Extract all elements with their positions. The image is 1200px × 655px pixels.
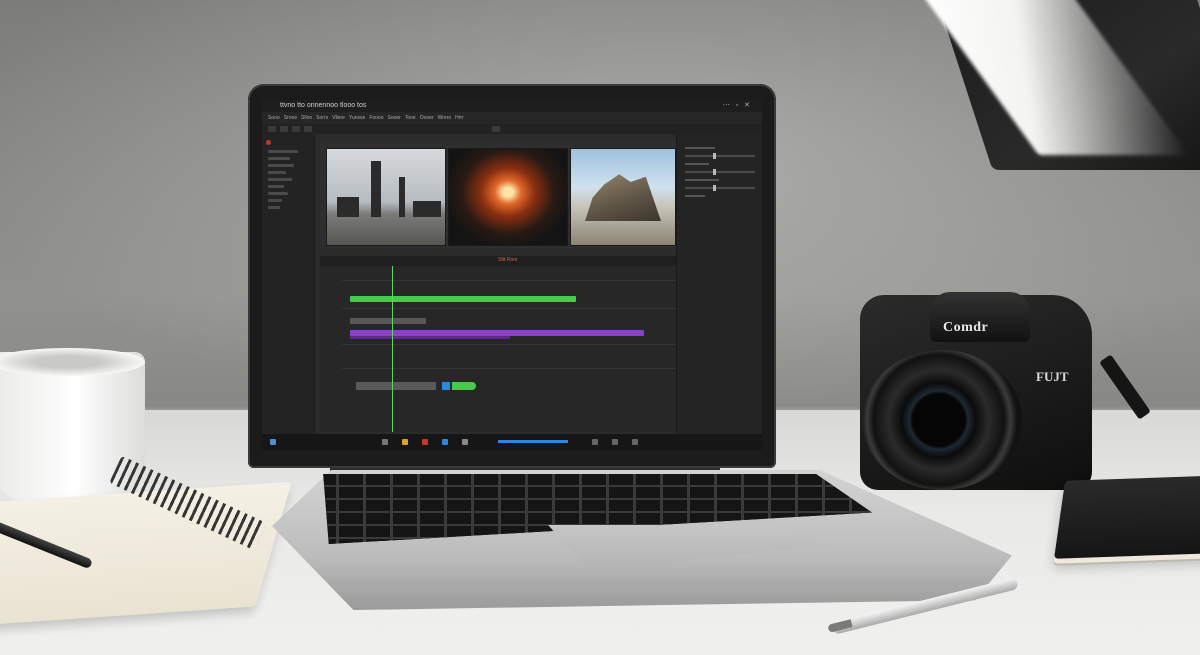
property-slider[interactable] <box>685 169 755 175</box>
properties-panel <box>676 134 762 434</box>
taskbar-app-icon[interactable] <box>592 439 598 445</box>
property-row <box>685 147 715 149</box>
tool-button[interactable] <box>292 126 300 132</box>
title-clip[interactable] <box>356 382 436 390</box>
window-title: ttvno tto onnennoo tlooo tos <box>280 102 367 109</box>
record-icon[interactable] <box>266 140 271 145</box>
property-row <box>685 195 705 197</box>
window-controls-icon[interactable]: ⋯ ▫ ✕ <box>723 100 752 112</box>
effect-clip[interactable] <box>452 382 476 390</box>
tool-button[interactable] <box>280 126 288 132</box>
project-item[interactable] <box>268 164 294 167</box>
tool-button[interactable] <box>492 126 500 132</box>
tool-button[interactable] <box>268 126 276 132</box>
os-taskbar <box>262 434 762 450</box>
taskbar-app-icon[interactable] <box>612 439 618 445</box>
property-row <box>685 179 719 181</box>
camera-brand: Comdr <box>943 320 989 335</box>
laptop-screen: ttvno tto onnennoo tlooo tos ⋯ ▫ ✕ Sooo … <box>262 100 762 450</box>
taskbar-app-icon[interactable] <box>382 439 388 445</box>
property-slider[interactable] <box>685 185 755 191</box>
editor-titlebar: ttvno tto onnennoo tlooo tos ⋯ ▫ ✕ <box>262 100 762 112</box>
taskbar-app-icon[interactable] <box>442 439 448 445</box>
timeline-label: Sttt Ronr <box>498 257 518 263</box>
menu-item[interactable]: Sorrs <box>316 112 328 124</box>
menu-item[interactable]: Hrrr <box>455 112 464 124</box>
taskbar-app-icon[interactable] <box>462 439 468 445</box>
project-item[interactable] <box>268 178 292 181</box>
project-item[interactable] <box>268 150 298 153</box>
building-shape <box>337 197 359 217</box>
clip-marker-icon[interactable] <box>442 382 450 390</box>
windows-icon[interactable] <box>270 439 276 445</box>
tower-shape <box>371 161 381 217</box>
camera-lens <box>862 350 1022 490</box>
black-notebook <box>1054 475 1200 559</box>
rock-clip-thumbnail[interactable] <box>570 148 676 246</box>
project-item[interactable] <box>268 206 280 209</box>
tower-shape <box>399 177 405 217</box>
project-item[interactable] <box>268 185 284 188</box>
editor-toolbar <box>262 124 762 134</box>
playhead-marker-icon[interactable] <box>392 266 393 432</box>
tool-button[interactable] <box>304 126 312 132</box>
project-item[interactable] <box>268 171 286 174</box>
media-viewer <box>320 140 676 248</box>
editor-menubar: Sooo Srooe Slloo Sorrs Vllere Yunsse Foo… <box>262 112 762 124</box>
project-item[interactable] <box>268 192 288 195</box>
menu-item[interactable]: Oooer <box>420 112 434 124</box>
menu-item[interactable]: Foooo <box>369 112 383 124</box>
fire-clip-thumbnail[interactable] <box>448 148 568 246</box>
menu-item[interactable]: Sooo <box>268 112 280 124</box>
taskbar-app-icon[interactable] <box>402 439 408 445</box>
menu-item[interactable]: Yunsse <box>349 112 365 124</box>
project-item[interactable] <box>268 199 282 202</box>
timeline-panel: Sttt Ronr <box>320 256 676 432</box>
property-slider[interactable] <box>685 153 755 159</box>
menu-item[interactable]: Vllere <box>332 112 345 124</box>
menu-item[interactable]: Srooe <box>284 112 297 124</box>
spiral-notebook <box>0 481 292 628</box>
menu-item[interactable]: Slloo <box>301 112 312 124</box>
project-panel <box>262 134 315 434</box>
video-clip-green[interactable] <box>350 296 576 302</box>
camera-model: FUJT <box>1036 369 1069 384</box>
rock-formation <box>585 174 661 221</box>
search-icon[interactable] <box>498 440 568 443</box>
city-clip-thumbnail[interactable] <box>326 148 446 246</box>
timeline-header: Sttt Ronr <box>320 256 676 266</box>
taskbar-app-icon[interactable] <box>422 439 428 445</box>
taskbar-app-icon[interactable] <box>632 439 638 445</box>
audio-waveform <box>350 336 510 339</box>
menu-item[interactable]: Sooer <box>388 112 401 124</box>
menu-item[interactable]: Tooe <box>405 112 416 124</box>
property-row <box>685 163 709 165</box>
building-shape <box>413 201 441 217</box>
video-clip-gray[interactable] <box>350 318 426 324</box>
project-item[interactable] <box>268 157 290 160</box>
menu-item[interactable]: Wrero <box>438 112 452 124</box>
